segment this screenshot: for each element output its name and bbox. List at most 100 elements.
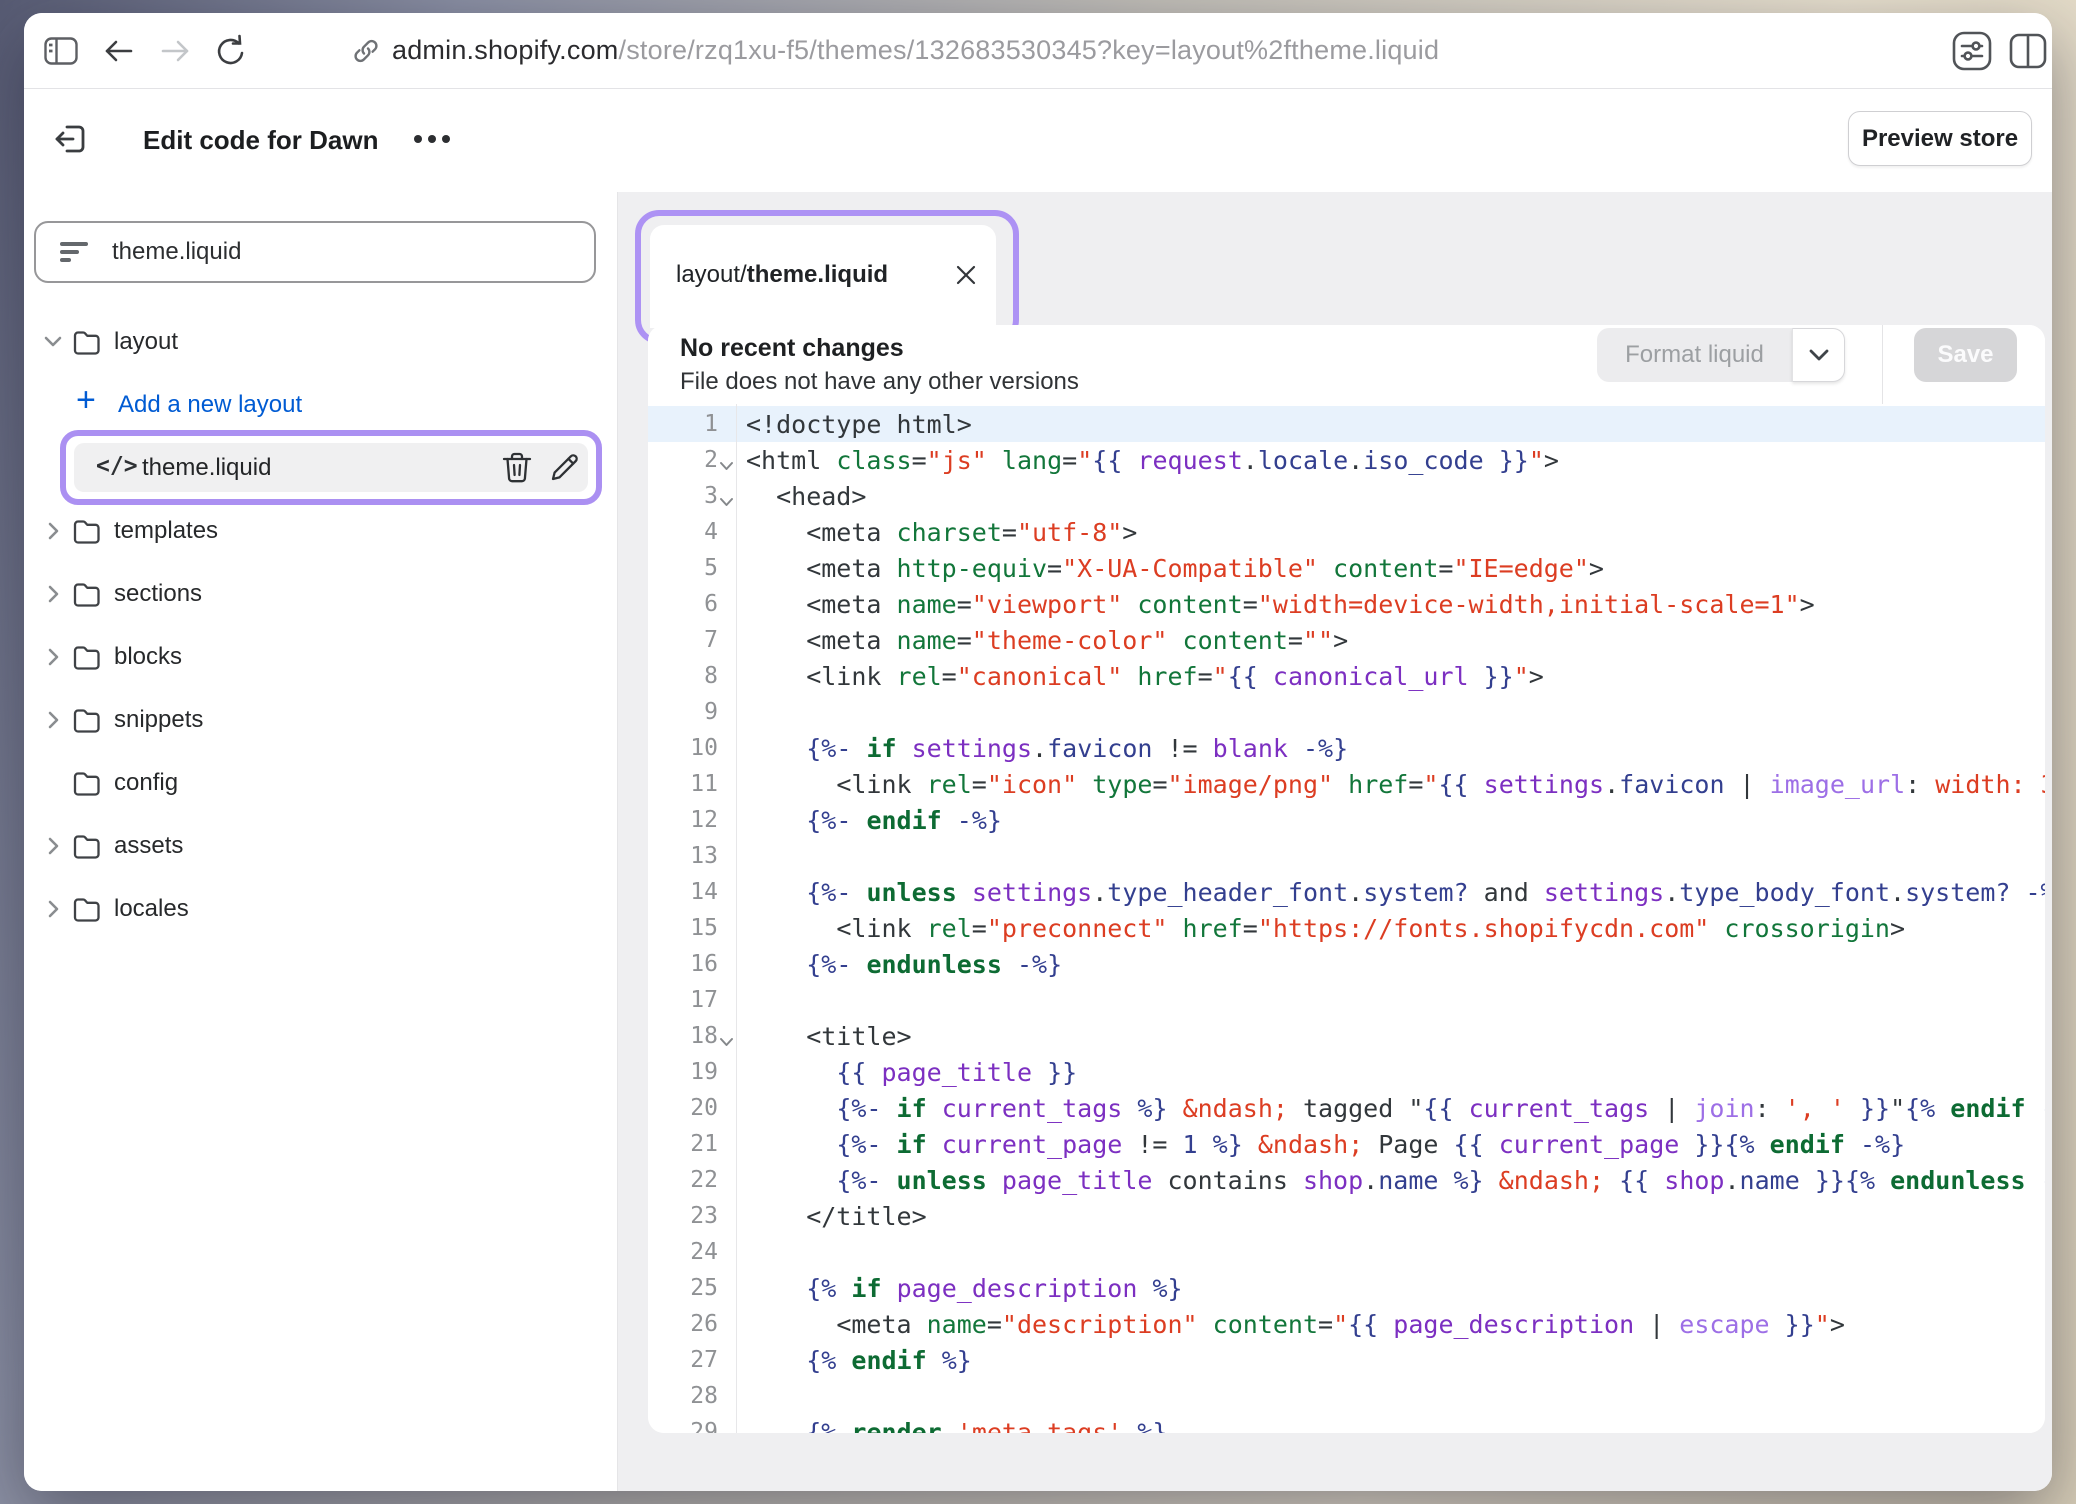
code-line[interactable]: 26 <meta name="description" content="{{ … (648, 1306, 2045, 1342)
code-line[interactable]: 19 {{ page_title }} (648, 1054, 2045, 1090)
format-liquid-dropdown-button[interactable] (1792, 328, 1845, 382)
code-line[interactable]: 21 {%- if current_page != 1 %} &ndash; P… (648, 1126, 2045, 1162)
code-line[interactable]: 24 (648, 1234, 2045, 1270)
code-editor[interactable]: 1<!doctype html>2<html class="js" lang="… (648, 404, 2045, 1433)
folder-label: snippets (114, 706, 203, 734)
file-search-box[interactable] (34, 221, 596, 283)
chevron-right-icon[interactable] (42, 899, 64, 919)
sidebar-item-assets[interactable]: assets (24, 814, 617, 877)
sidebar-item-templates[interactable]: templates (24, 499, 617, 562)
code-line[interactable]: 15 <link rel="preconnect" href="https://… (648, 910, 2045, 946)
code-line-text: {%- unless page_title contains shop.name… (746, 1166, 2045, 1195)
code-line[interactable]: 29 {% render 'meta-tags' %} (648, 1414, 2045, 1433)
code-line-text: <meta name="viewport" content="width=dev… (746, 590, 1815, 619)
line-number: 27 (648, 1347, 736, 1373)
line-number: 26 (648, 1311, 736, 1337)
folder-icon (72, 581, 102, 607)
code-line[interactable]: 13 (648, 838, 2045, 874)
status-title: No recent changes (680, 334, 904, 363)
code-line[interactable]: 1<!doctype html> (648, 406, 2045, 442)
folder-label: locales (114, 895, 189, 923)
add-new-layout-link[interactable]: + Add a new layout (24, 373, 617, 436)
editor-toolbar: No recent changes File does not have any… (648, 325, 2045, 405)
sidebar-item-locales[interactable]: locales (24, 877, 617, 940)
sidebar-item-snippets[interactable]: snippets (24, 688, 617, 751)
code-line[interactable]: 17 (648, 982, 2045, 1018)
code-line[interactable]: 11 <link rel="icon" type="image/png" hre… (648, 766, 2045, 802)
sidebar-item-sections[interactable]: sections (24, 562, 617, 625)
code-line[interactable]: 10 {%- if settings.favicon != blank -%} (648, 730, 2045, 766)
file-tree: layout + Add a new layout </>theme.liquid te… (24, 310, 617, 940)
sidebar-item-config[interactable]: config (24, 751, 617, 814)
link-icon (352, 37, 380, 65)
save-button[interactable]: Save (1914, 328, 2017, 382)
more-options-button[interactable] (409, 119, 455, 159)
code-file-icon: </> (96, 453, 138, 479)
reload-icon[interactable] (206, 13, 256, 88)
chevron-right-icon[interactable] (42, 647, 64, 667)
file-sidebar: layout + Add a new layout </>theme.liquid te… (24, 192, 618, 1491)
code-line[interactable]: 8 <link rel="canonical" href="{{ canonic… (648, 658, 2045, 694)
search-input[interactable] (112, 238, 594, 266)
code-line[interactable]: 2<html class="js" lang="{{ request.local… (648, 442, 2045, 478)
code-line[interactable]: 25 {% if page_description %} (648, 1270, 2045, 1306)
tab-label: layout/theme.liquid (676, 225, 888, 325)
add-layout-label: Add a new layout (118, 391, 302, 419)
chevron-right-icon[interactable] (42, 836, 64, 856)
fold-toggle-icon[interactable] (719, 1037, 734, 1047)
code-line[interactable]: 28 (648, 1378, 2045, 1414)
chevron-right-icon[interactable] (42, 521, 64, 541)
preview-store-button[interactable]: Preview store (1848, 111, 2032, 166)
fold-toggle-icon[interactable] (719, 461, 734, 471)
rename-file-icon[interactable] (550, 452, 582, 484)
fold-toggle-icon[interactable] (719, 497, 734, 507)
theme-liquid-item[interactable]: </>theme.liquid (74, 443, 588, 492)
line-number: 6 (648, 591, 736, 617)
sidebar-file-theme-liquid[interactable]: </>theme.liquid (24, 436, 617, 499)
forward-arrow-icon[interactable] (150, 13, 200, 88)
code-line[interactable]: 16 {%- endunless -%} (648, 946, 2045, 982)
page-settings-icon[interactable] (1945, 13, 1999, 88)
code-line[interactable]: 23 </title> (648, 1198, 2045, 1234)
code-line-text: {%- if current_tags %} &ndash; tagged "{… (746, 1094, 2045, 1123)
line-number: 10 (648, 735, 736, 761)
page-title: Edit code for Dawn (143, 89, 378, 192)
code-line[interactable]: 3 <head> (648, 478, 2045, 514)
filter-icon (60, 241, 90, 263)
status-subtitle: File does not have any other versions (680, 368, 1079, 396)
code-line[interactable]: 7 <meta name="theme-color" content=""> (648, 622, 2045, 658)
line-number: 14 (648, 879, 736, 905)
tab-layout-theme-liquid[interactable]: layout/theme.liquid (650, 225, 996, 328)
line-number: 17 (648, 987, 736, 1013)
code-line[interactable]: 9 (648, 694, 2045, 730)
code-line[interactable]: 18 <title> (648, 1018, 2045, 1054)
chevron-right-icon[interactable] (42, 710, 64, 730)
plus-icon: + (76, 381, 96, 420)
url-host: admin.shopify.com (392, 35, 619, 65)
folder-label: layout (114, 328, 178, 356)
code-line[interactable]: 4 <meta charset="utf-8"> (648, 514, 2045, 550)
delete-file-icon[interactable] (502, 452, 534, 484)
exit-editor-button[interactable] (48, 117, 92, 161)
address-bar[interactable]: admin.shopify.com/store/rzq1xu-f5/themes… (392, 35, 1439, 66)
code-line-text: {%- endif -%} (746, 806, 1002, 835)
code-line-text: {% endif %} (746, 1346, 972, 1375)
code-line[interactable]: 14 {%- unless settings.type_header_font.… (648, 874, 2045, 910)
chevron-down-icon[interactable] (42, 335, 64, 348)
split-view-icon[interactable] (2002, 13, 2052, 88)
code-line[interactable]: 22 {%- unless page_title contains shop.n… (648, 1162, 2045, 1198)
sidebar-item-layout[interactable]: layout (24, 310, 617, 373)
line-number: 24 (648, 1239, 736, 1265)
code-line[interactable]: 20 {%- if current_tags %} &ndash; tagged… (648, 1090, 2045, 1126)
format-liquid-split-button: Format liquid (1597, 328, 1845, 382)
format-liquid-button[interactable]: Format liquid (1597, 328, 1792, 382)
sidebar-item-blocks[interactable]: blocks (24, 625, 617, 688)
close-tab-icon[interactable] (952, 261, 980, 289)
code-line[interactable]: 6 <meta name="viewport" content="width=d… (648, 586, 2045, 622)
code-line[interactable]: 27 {% endif %} (648, 1342, 2045, 1378)
code-line[interactable]: 5 <meta http-equiv="X-UA-Compatible" con… (648, 550, 2045, 586)
sidebar-toggle-icon[interactable] (36, 13, 86, 88)
code-line[interactable]: 12 {%- endif -%} (648, 802, 2045, 838)
back-arrow-icon[interactable] (94, 13, 144, 88)
chevron-right-icon[interactable] (42, 584, 64, 604)
